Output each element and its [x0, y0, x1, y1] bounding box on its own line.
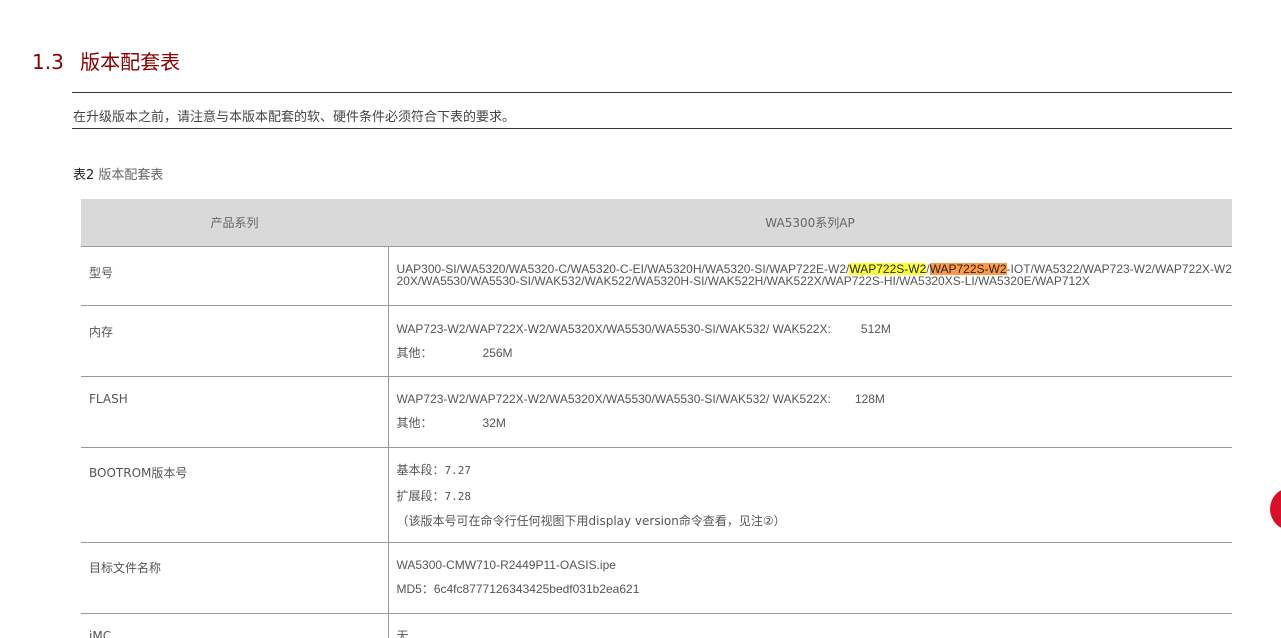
bootrom-basic-line: 基本段：7.27 [396, 463, 472, 477]
imc-value: 无 [396, 629, 409, 638]
intro-note-box: 在升级版本之前，请注意与本版本配套的软、硬件条件必须符合下表的要求。 [72, 92, 1232, 129]
version-compat-table: 产品系列 WA5300系列AP 型号 UAP300-SI/WA5320/WA53… [81, 199, 1232, 638]
floating-action-button[interactable] [1270, 488, 1281, 530]
table-header-row: 产品系列 WA5300系列AP [81, 199, 1232, 247]
section-title-text: 版本配套表 [80, 50, 181, 74]
row-label-bootrom: BOOTROM版本号 [81, 447, 388, 543]
search-highlight-match: WAP722S-W2 [929, 263, 1007, 275]
row-label-model: 型号 [81, 246, 388, 306]
row-value-memory: WAP723-W2/WAP722X-W2/WA5320X/WA5530/WA55… [387, 305, 1232, 377]
memory-line-2: 其他： 256M [396, 346, 513, 360]
section-heading: 1.3 版本配套表 [32, 46, 180, 75]
row-label-flash: FLASH [81, 376, 388, 448]
row-label-memory: 内存 [81, 305, 388, 377]
flash-line-1: WAP723-W2/WAP722X-W2/WA5320X/WA5530/WA55… [396, 392, 885, 406]
table-row-bootrom: BOOTROM版本号 基本段：7.27 扩展段：7.28 （该版本号可在命令行任… [81, 447, 1232, 543]
target-md5: MD5：6c4fc8777126343425bedf031b2ea621 [396, 582, 640, 596]
intro-text: 在升级版本之前，请注意与本版本配套的软、硬件条件必须符合下表的要求。 [73, 110, 516, 125]
table-row-model: 型号 UAP300-SI/WA5320/WA5320-C/WA5320-C-EI… [81, 246, 1232, 306]
search-highlight-current: WAP722S-W2 [849, 263, 927, 275]
row-value-imc: 无 [387, 613, 1232, 638]
row-value-flash: WAP723-W2/WAP722X-W2/WA5320X/WA5530/WA55… [387, 376, 1232, 448]
row-value-bootrom: 基本段：7.27 扩展段：7.28 （该版本号可在命令行任何视图下用displa… [387, 447, 1232, 543]
bootrom-extended-line: 扩展段：7.28 [396, 489, 472, 503]
table-row-target-file: 目标文件名称 WA5300-CMW710-R2449P11-OASIS.ipe … [81, 542, 1232, 614]
flash-line-2: 其他： 32M [396, 416, 506, 430]
table-row-imc: iMC 无 [81, 613, 1232, 638]
target-filename: WA5300-CMW710-R2449P11-OASIS.ipe [396, 558, 616, 572]
table-row-memory: 内存 WAP723-W2/WAP722X-W2/WA5320X/WA5530/W… [81, 305, 1232, 377]
document-page: 1.3 版本配套表 在升级版本之前，请注意与本版本配套的软、硬件条件必须符合下表… [0, 0, 1281, 638]
table-caption-title: 版本配套表 [98, 168, 164, 183]
table-row-flash: FLASH WAP723-W2/WAP722X-W2/WA5320X/WA553… [81, 376, 1232, 448]
row-value-target-file: WA5300-CMW710-R2449P11-OASIS.ipe MD5：6c4… [387, 542, 1232, 614]
model-list-line-2: 20X/WA5530/WA5530-SI/WAK532/WAK522/WA532… [396, 275, 1090, 287]
memory-line-1: WAP723-W2/WAP722X-W2/WA5320X/WA5530/WA55… [396, 322, 891, 336]
header-wa5300-series: WA5300系列AP [388, 199, 1232, 247]
model-list-line-1: UAP300-SI/WA5320/WA5320-C/WA5320-C-EI/WA… [396, 263, 1232, 275]
row-value-model: UAP300-SI/WA5320/WA5320-C/WA5320-C-EI/WA… [387, 246, 1232, 306]
row-label-imc: iMC [81, 613, 388, 638]
table-caption-label: 表2 [73, 168, 95, 183]
header-product-series: 产品系列 [81, 199, 388, 247]
row-label-target-file: 目标文件名称 [81, 542, 388, 614]
section-number: 1.3 [32, 50, 64, 74]
bootrom-note: （该版本号可在命令行任何视图下用display version命令查看，见注②） [396, 514, 786, 528]
table-caption: 表2 版本配套表 [73, 164, 163, 183]
